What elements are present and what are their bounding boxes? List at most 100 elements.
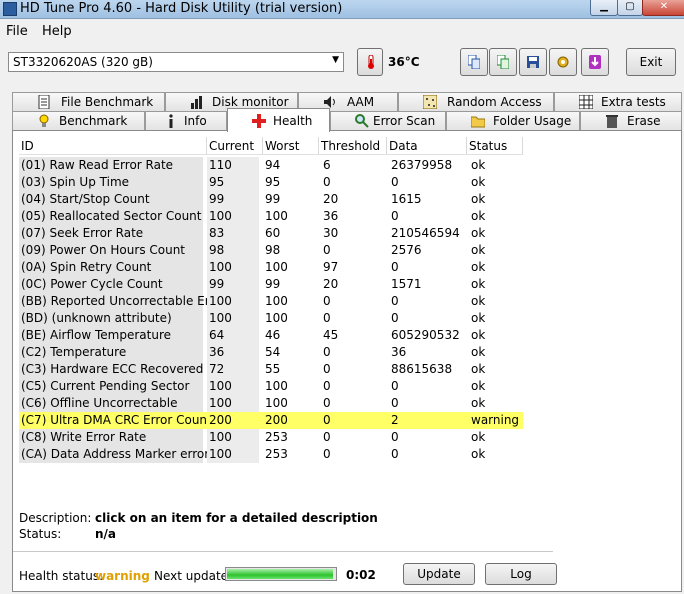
- menu-file[interactable]: File: [6, 24, 28, 39]
- attr-current-cell: 36: [207, 344, 259, 361]
- attr-id-cell: (C2) Temperature: [19, 344, 203, 361]
- attr-threshold-cell: 0: [323, 311, 331, 325]
- attr-worst-cell: 100: [265, 294, 288, 308]
- attr-threshold-cell: 45: [323, 328, 339, 342]
- attr-threshold-cell: 0: [323, 430, 331, 444]
- tab-label: Disk monitor: [212, 95, 289, 109]
- tab-file-benchmark[interactable]: File Benchmark: [12, 92, 165, 111]
- tab-extra-tests[interactable]: Extra tests: [554, 92, 682, 111]
- folder-icon: [471, 116, 485, 128]
- table-row[interactable]: (BD) (unknown attribute) 100 100 0 0 ok: [19, 310, 523, 327]
- copy-all-button[interactable]: [489, 48, 517, 76]
- table-row[interactable]: (CA) Data Address Marker errors 100 253 0 0 o…: [19, 446, 523, 463]
- table-row[interactable]: (0C) Power Cycle Count 99 99 20 1571 ok: [19, 276, 523, 293]
- tab-row-top: File Benchmark Disk monitor AAM Random A…: [12, 92, 682, 111]
- tab-folder-usage[interactable]: Folder Usage: [446, 111, 580, 130]
- attr-worst-cell: 100: [265, 396, 288, 410]
- copy-icon: [468, 55, 480, 69]
- attr-id-cell: (CA) Data Address Marker errors: [19, 446, 216, 463]
- lightbulb-icon: [39, 114, 49, 127]
- col-header-data[interactable]: Data: [387, 137, 467, 155]
- thermometer-icon: [368, 55, 374, 69]
- attr-threshold-cell: 0: [323, 175, 331, 189]
- attr-current-cell: 200: [207, 412, 259, 429]
- tab-benchmark[interactable]: Benchmark: [12, 111, 145, 130]
- attr-id-cell: (C6) Offline Uncorrectable: [19, 395, 203, 412]
- arrow-down-icon: [589, 55, 601, 69]
- col-header-current[interactable]: Current: [207, 137, 263, 155]
- col-header-worst[interactable]: Worst: [263, 137, 319, 155]
- title-bar: HD Tune Pro 4.60 - Hard Disk Utility (tr…: [0, 0, 684, 19]
- maximize-button[interactable]: ▢: [617, 0, 643, 16]
- attr-threshold-cell: 97: [323, 260, 339, 274]
- attr-current-cell: 99: [207, 191, 259, 208]
- update-button[interactable]: Update: [403, 563, 475, 585]
- minimize-button[interactable]: ▁: [590, 0, 618, 16]
- temperature-button[interactable]: [357, 48, 383, 76]
- attr-worst-cell: 94: [265, 158, 281, 172]
- table-row[interactable]: (01) Raw Read Error Rate 110 94 6 26379958 ok: [19, 157, 523, 174]
- table-row[interactable]: (05) Reallocated Sector Count 100 100 36 0 ok: [19, 208, 523, 225]
- drive-select[interactable]: ST3320620AS (320 gB) ▼: [8, 52, 344, 72]
- table-row[interactable]: (BE) Airflow Temperature 64 46 45 605290532 o…: [19, 327, 523, 344]
- tab-label: AAM: [347, 95, 375, 109]
- download-button[interactable]: [581, 48, 609, 76]
- grid-icon: [579, 95, 593, 109]
- attr-current-cell: 100: [207, 208, 259, 225]
- tab-info[interactable]: Info: [145, 111, 227, 130]
- attr-id-cell: (05) Reallocated Sector Count: [19, 208, 203, 225]
- table-row[interactable]: (BB) Reported Uncorrectable Errors 100 100…: [19, 293, 523, 310]
- window-title: HD Tune Pro 4.60 - Hard Disk Utility (tr…: [20, 1, 343, 16]
- table-row[interactable]: (09) Power On Hours Count 98 98 0 2576 ok: [19, 242, 523, 259]
- tab-erase[interactable]: Erase: [580, 111, 682, 130]
- exit-button[interactable]: Exit: [626, 48, 676, 76]
- status-value: n/a: [95, 527, 117, 541]
- attr-threshold-cell: 0: [323, 447, 331, 461]
- tab-label: Error Scan: [373, 114, 436, 128]
- col-header-status[interactable]: Status: [467, 137, 523, 155]
- table-row[interactable]: (C8) Write Error Rate 100 253 0 0 ok: [19, 429, 523, 446]
- attr-threshold-cell: 6: [323, 158, 331, 172]
- attr-id-cell: (0A) Spin Retry Count: [19, 259, 203, 276]
- attr-data-cell: 1615: [391, 192, 422, 206]
- attr-threshold-cell: 0: [323, 413, 331, 427]
- table-row[interactable]: (C2) Temperature 36 54 0 36 ok: [19, 344, 523, 361]
- attr-worst-cell: 100: [265, 379, 288, 393]
- tab-label: Random Access: [447, 95, 542, 109]
- log-button[interactable]: Log: [485, 563, 557, 585]
- attr-current-cell: 100: [207, 395, 259, 412]
- table-row[interactable]: (C3) Hardware ECC Recovered 72 55 0 88615638…: [19, 361, 523, 378]
- table-row[interactable]: (C6) Offline Uncorrectable 100 100 0 0 ok: [19, 395, 523, 412]
- attr-worst-cell: 100: [265, 209, 288, 223]
- options-button[interactable]: [549, 48, 577, 76]
- copy-info-button[interactable]: [460, 48, 488, 76]
- tab-label: Info: [184, 114, 207, 128]
- tab-error-scan[interactable]: Error Scan: [330, 111, 446, 130]
- table-row[interactable]: (C7) Ultra DMA CRC Error Count 200 200 0 2 wa…: [19, 412, 523, 429]
- close-button[interactable]: ✕: [642, 0, 684, 16]
- attr-worst-cell: 95: [265, 175, 281, 189]
- table-row[interactable]: (03) Spin Up Time 95 95 0 0 ok: [19, 174, 523, 191]
- col-header-id[interactable]: ID: [19, 137, 207, 155]
- attr-data-cell: 0: [391, 175, 399, 189]
- tab-random-access[interactable]: Random Access: [398, 92, 554, 111]
- table-row[interactable]: (04) Start/Stop Count 99 99 20 1615 ok: [19, 191, 523, 208]
- info-icon: [169, 114, 173, 128]
- menu-help[interactable]: Help: [42, 24, 72, 39]
- attr-id-cell: (BD) (unknown attribute): [19, 310, 203, 327]
- save-button[interactable]: [519, 48, 547, 76]
- bar-chart-icon: [191, 96, 202, 109]
- tab-label: File Benchmark: [61, 95, 154, 109]
- dots-grid-icon: [423, 95, 437, 109]
- table-row[interactable]: (0A) Spin Retry Count 100 100 97 0 ok: [19, 259, 523, 276]
- attr-data-cell: 2576: [391, 243, 422, 257]
- attr-id-cell: (C5) Current Pending Sector: [19, 378, 203, 395]
- tab-health[interactable]: Health: [227, 108, 330, 132]
- attr-id-cell: (BB) Reported Uncorrectable Errors: [19, 293, 233, 310]
- attr-status-cell: ok: [471, 328, 486, 342]
- attr-data-cell: 210546594: [391, 226, 460, 240]
- col-header-threshold[interactable]: Threshold: [319, 137, 387, 155]
- table-row[interactable]: (C5) Current Pending Sector 100 100 0 0 ok: [19, 378, 523, 395]
- attr-data-cell: 0: [391, 311, 399, 325]
- table-row[interactable]: (07) Seek Error Rate 83 60 30 210546594 ok: [19, 225, 523, 242]
